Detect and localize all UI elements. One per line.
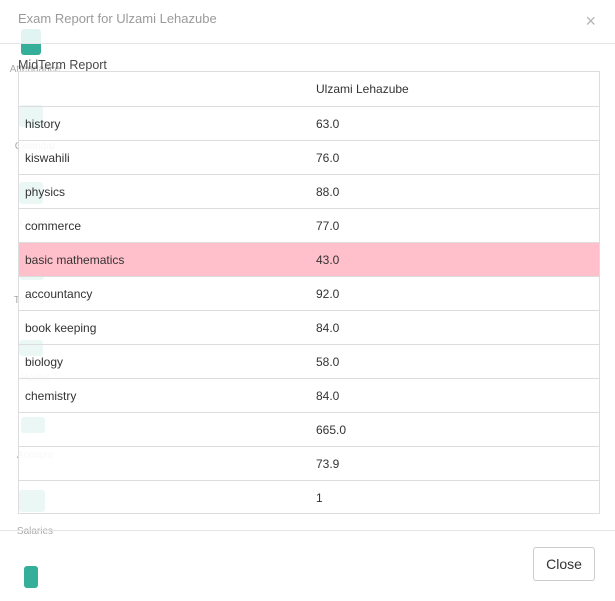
close-button[interactable]: Close (533, 547, 595, 581)
table-header-row: Ulzami Lehazube (19, 72, 599, 107)
table-row: commerce 77.0 (19, 208, 599, 243)
table-row: accountancy 92.0 (19, 276, 599, 311)
score-cell: 665.0 (316, 412, 599, 447)
table-body: history 63.0 kiswahili 76.0 physics 88.0 comme… (19, 106, 599, 515)
score-cell: 84.0 (316, 310, 599, 345)
subject-cell (19, 446, 316, 481)
score-cell: 76.0 (316, 140, 599, 175)
table-row: 665.0 (19, 412, 599, 447)
modal-header: Exam Report for Ulzami Lehazube × (0, 0, 615, 44)
score-cell: 84.0 (316, 378, 599, 413)
table-row: history 63.0 (19, 106, 599, 141)
subject-cell: chemistry (19, 378, 316, 413)
table-row: chemistry 84.0 (19, 378, 599, 413)
table-row: 1 (19, 481, 599, 515)
subject-cell (19, 481, 316, 515)
exam-report-modal: Exam Report for Ulzami Lehazube × MidTer… (0, 0, 615, 600)
subject-cell: biology (19, 344, 316, 379)
close-icon[interactable]: × (585, 11, 596, 31)
score-cell: 43.0 (316, 242, 599, 277)
score-cell: 1 (316, 490, 323, 505)
modal-footer: Close (0, 530, 615, 601)
table-row: 73.9 (19, 446, 599, 481)
subject-column-header (19, 72, 316, 107)
score-cell: 73.9 (316, 446, 599, 481)
table-row: basic mathematics 43.0 (19, 242, 599, 277)
score-cell: 77.0 (316, 208, 599, 243)
report-table: Ulzami Lehazube history 63.0 kiswahili 76.0… (18, 71, 600, 514)
table-row: biology 58.0 (19, 344, 599, 379)
table-row: kiswahili 76.0 (19, 140, 599, 175)
subject-cell: basic mathematics (19, 242, 316, 277)
score-cell: 92.0 (316, 276, 599, 311)
table-row: book keeping 84.0 (19, 310, 599, 345)
student-column-header: Ulzami Lehazube (316, 72, 599, 107)
modal-title: Exam Report for Ulzami Lehazube (18, 11, 217, 26)
subject-cell: accountancy (19, 276, 316, 311)
score-cell: 58.0 (316, 344, 599, 379)
table-row: physics 88.0 (19, 174, 599, 209)
subject-cell: history (19, 106, 316, 141)
subject-cell: physics (19, 174, 316, 209)
score-cell: 63.0 (316, 106, 599, 141)
subject-cell: commerce (19, 208, 316, 243)
subject-cell: book keeping (19, 310, 316, 345)
report-type-label: MidTerm Report (18, 58, 107, 72)
subject-cell (19, 412, 316, 447)
score-cell: 88.0 (316, 174, 599, 209)
subject-cell: kiswahili (19, 140, 316, 175)
